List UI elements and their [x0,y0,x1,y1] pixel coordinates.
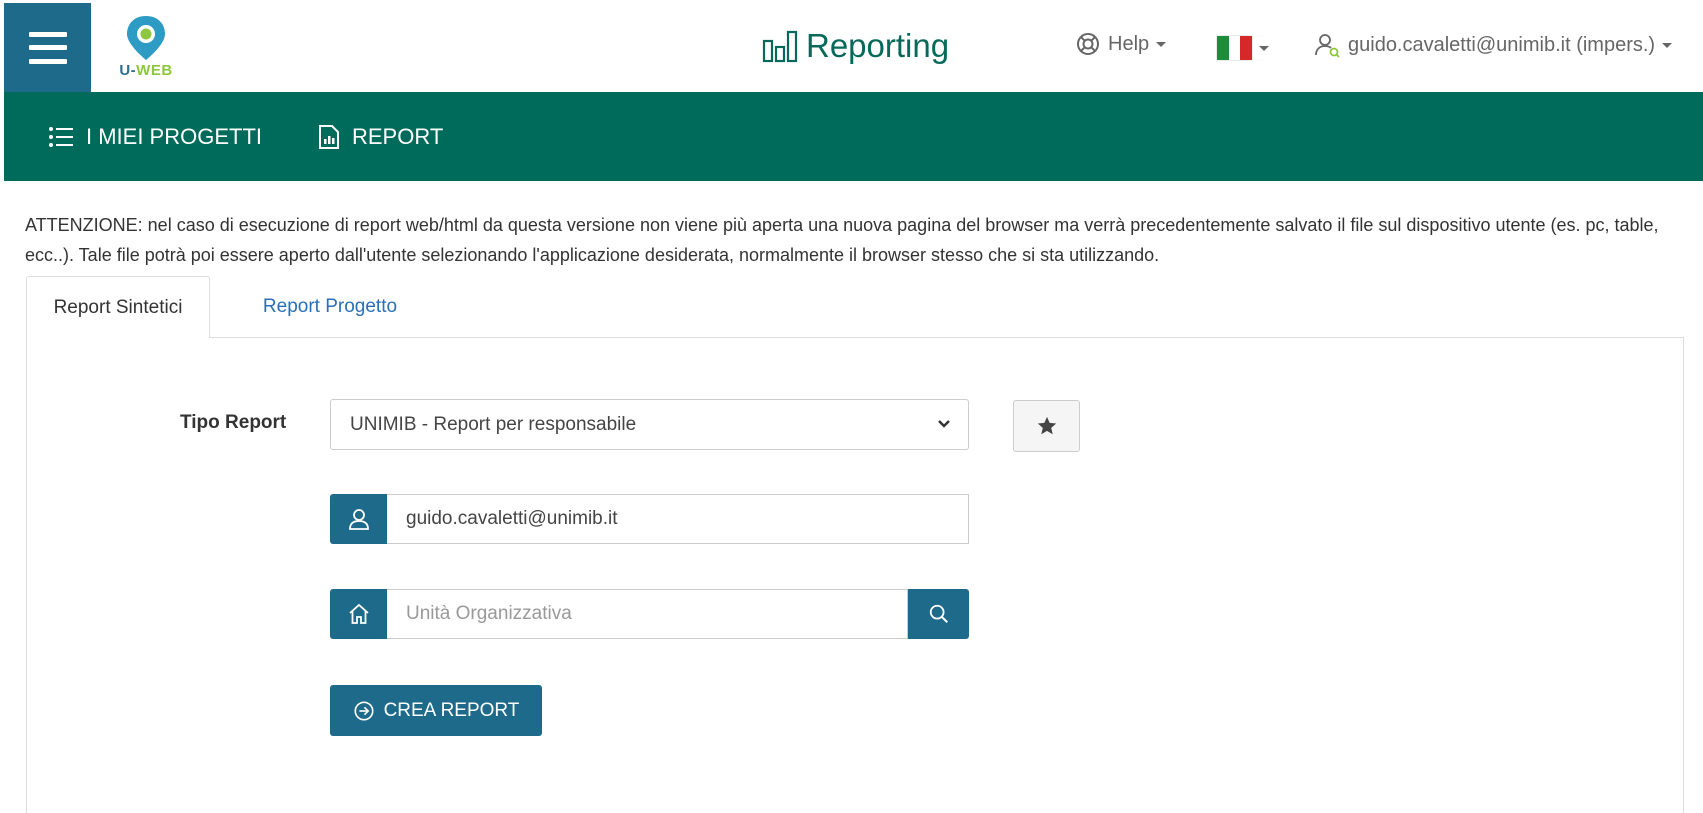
report-icon [319,125,339,149]
chevron-down-icon [938,420,950,428]
location-pin-logo-icon [127,16,165,60]
top-header: U-WEB Reporting Help guido.cavaletti@uni… [0,0,1703,92]
crea-report-label: CREA REPORT [383,699,520,721]
search-button[interactable] [908,589,969,639]
italy-flag-icon [1217,36,1253,60]
unita-organizzativa-input[interactable] [406,603,907,625]
tab-report-progetto[interactable]: Report Progetto [210,276,450,338]
logo-text: U-WEB [108,62,184,79]
user-impersonate-icon [1315,34,1340,58]
caret-down-icon [1259,45,1269,51]
tipo-report-select[interactable]: UNIMIB - Report per responsabile [330,399,969,450]
hamburger-icon [28,31,67,64]
user-field-value: guido.cavaletti@unimib.it [406,508,618,529]
app-title: Reporting [762,22,949,70]
language-dropdown[interactable] [1217,36,1269,60]
user-input-group: guido.cavaletti@unimib.it [330,494,969,544]
home-addon [330,589,387,639]
crea-report-button[interactable]: CREA REPORT [330,685,542,736]
help-label: Help [1108,32,1150,55]
unita-organizzativa-input-group [330,589,969,639]
logo-text-u: U- [119,62,137,79]
caret-down-icon [1662,42,1673,48]
hamburger-menu-button[interactable] [4,3,91,92]
nav-item-label: REPORT [352,124,444,149]
list-icon [49,127,73,147]
favorite-star-button[interactable] [1013,400,1080,452]
nav-item-i-miei-progetti[interactable]: I MIEI PROGETTI [48,120,262,154]
search-icon [929,604,948,623]
arrow-circle-right-icon [354,700,374,721]
star-icon [1037,416,1056,435]
tab-report-sintetici[interactable]: Report Sintetici [26,276,210,338]
user-label: guido.cavaletti@unimib.it (impers.) [1348,33,1656,56]
app-title-text: Reporting [806,27,950,64]
user-field[interactable]: guido.cavaletti@unimib.it [387,494,969,544]
home-icon [348,603,369,624]
u-web-logo[interactable]: U-WEB [108,14,184,82]
help-dropdown[interactable]: Help [1076,32,1167,56]
tipo-report-selected-value: UNIMIB - Report per responsabile [350,413,637,435]
bar-chart-icon [762,30,798,63]
nav-item-report[interactable]: REPORT [318,120,443,154]
attention-notice: ATTENZIONE: nel caso di esecuzione di re… [25,215,1659,265]
main-navbar: I MIEI PROGETTI REPORT [4,92,1703,181]
nav-item-label: I MIEI PROGETTI [86,124,263,149]
logo-text-web: WEB [136,62,173,79]
tipo-report-label: Tipo Report [180,412,287,433]
user-addon [330,494,387,544]
caret-down-icon [1156,41,1167,47]
lifebuoy-icon [1077,33,1099,55]
user-icon [348,509,369,530]
unita-organizzativa-field[interactable] [387,589,908,639]
user-dropdown[interactable]: guido.cavaletti@unimib.it (impers.) [1314,32,1673,58]
